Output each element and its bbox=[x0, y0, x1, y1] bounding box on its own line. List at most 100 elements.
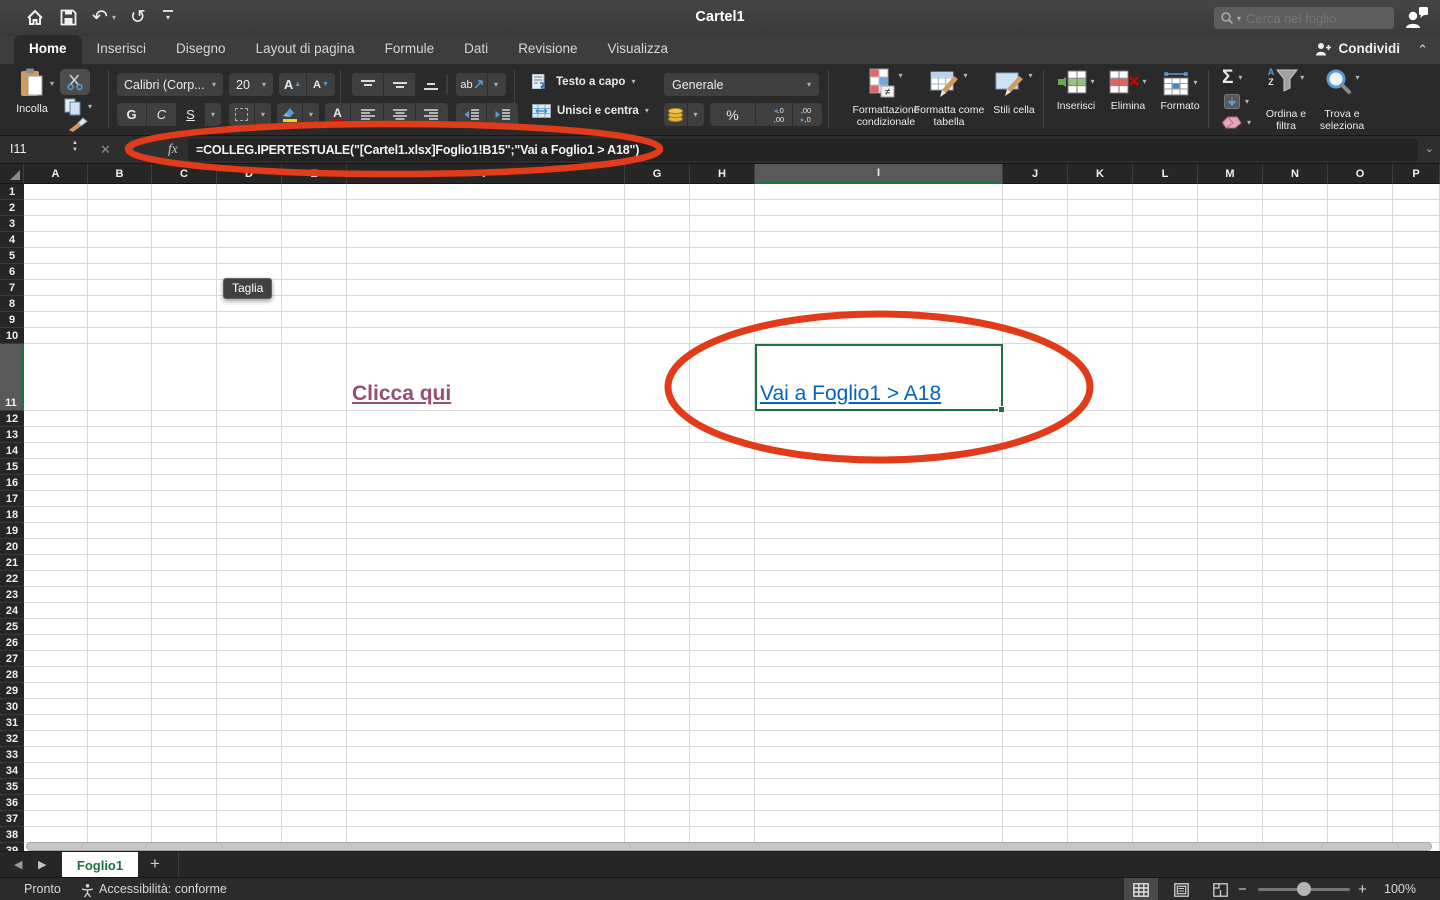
column-header-E[interactable]: E bbox=[282, 164, 347, 184]
column-header-J[interactable]: J bbox=[1003, 164, 1068, 184]
formula-input[interactable]: =COLLEG.IPERTESTUALE("[Cartel1.xlsx]Fogl… bbox=[188, 139, 1418, 161]
decrease-decimal-button[interactable]: ,00▸,0 bbox=[793, 103, 819, 126]
sort-filter-button[interactable]: AZ ▾ Ordina e filtra bbox=[1262, 68, 1310, 92]
row-header-1[interactable]: 1 bbox=[0, 184, 24, 200]
page-break-view-button[interactable] bbox=[1203, 878, 1237, 900]
number-format-select[interactable]: Generale ▾ bbox=[664, 73, 819, 96]
align-middle-button[interactable] bbox=[384, 73, 416, 96]
sheet-tab-foglio1[interactable]: Foglio1 bbox=[62, 852, 138, 878]
name-box[interactable]: I11 bbox=[10, 142, 26, 156]
row-header-10[interactable]: 10 bbox=[0, 328, 24, 344]
horizontal-scrollbar[interactable] bbox=[26, 842, 1432, 851]
row-header-17[interactable]: 17 bbox=[0, 491, 24, 507]
cell-F11-link[interactable]: Clicca qui bbox=[352, 382, 451, 406]
share-button[interactable]: Condividi bbox=[1315, 41, 1401, 56]
row-header-34[interactable]: 34 bbox=[0, 763, 24, 779]
align-top-button[interactable] bbox=[352, 73, 384, 96]
row-header-8[interactable]: 8 bbox=[0, 296, 24, 312]
align-left-button[interactable] bbox=[352, 103, 384, 126]
row-header-12[interactable]: 12 bbox=[0, 411, 24, 427]
copy-caret-icon[interactable]: ▾ bbox=[88, 103, 92, 111]
row-header-21[interactable]: 21 bbox=[0, 555, 24, 571]
zoom-slider-thumb[interactable] bbox=[1297, 882, 1311, 896]
borders-caret-icon[interactable]: ▾ bbox=[255, 103, 271, 126]
row-header-2[interactable]: 2 bbox=[0, 200, 24, 216]
align-bottom-button[interactable] bbox=[416, 73, 446, 96]
cell-styles-button[interactable]: ▾ Stili cella bbox=[983, 68, 1045, 98]
row-header-39[interactable]: 39 bbox=[0, 843, 24, 851]
find-select-button[interactable]: ▾ Trova e seleziona bbox=[1316, 68, 1368, 96]
prev-sheet-icon[interactable]: ◀ bbox=[14, 858, 22, 871]
column-header-H[interactable]: H bbox=[690, 164, 755, 184]
column-header-G[interactable]: G bbox=[625, 164, 690, 184]
column-header-A[interactable]: A bbox=[24, 164, 88, 184]
cell-F11[interactable]: Clicca qui bbox=[347, 344, 625, 411]
row-header-38[interactable]: 38 bbox=[0, 827, 24, 843]
row-header-23[interactable]: 23 bbox=[0, 587, 24, 603]
accessibility-status[interactable]: Accessibilità: conforme bbox=[99, 882, 227, 896]
tab-revisione[interactable]: Revisione bbox=[503, 35, 592, 64]
row-header-26[interactable]: 26 bbox=[0, 635, 24, 651]
font-name-select[interactable]: Calibri (Corp... ▾ bbox=[117, 73, 223, 96]
row-header-3[interactable]: 3 bbox=[0, 216, 24, 232]
tab-visualizza[interactable]: Visualizza bbox=[592, 35, 683, 64]
format-painter-icon[interactable] bbox=[68, 117, 88, 132]
search-box[interactable]: ▾ bbox=[1214, 7, 1394, 29]
column-header-N[interactable]: N bbox=[1263, 164, 1328, 184]
decrease-indent-button[interactable] bbox=[456, 103, 487, 126]
row-header-20[interactable]: 20 bbox=[0, 539, 24, 555]
percent-style-button[interactable]: % bbox=[710, 103, 756, 126]
row-header-37[interactable]: 37 bbox=[0, 811, 24, 827]
column-header-O[interactable]: O bbox=[1328, 164, 1393, 184]
add-sheet-icon[interactable]: + bbox=[150, 854, 160, 874]
row-header-36[interactable]: 36 bbox=[0, 795, 24, 811]
row-header-6[interactable]: 6 bbox=[0, 264, 24, 280]
fill-button[interactable]: ▾ bbox=[1224, 94, 1249, 109]
increase-indent-button[interactable] bbox=[487, 103, 517, 126]
tab-disegno[interactable]: Disegno bbox=[161, 35, 241, 64]
row-header-13[interactable]: 13 bbox=[0, 427, 24, 443]
formula-bar-expand-icon[interactable]: ⌄ bbox=[1425, 142, 1434, 155]
account-avatar[interactable] bbox=[1405, 7, 1428, 29]
column-header-M[interactable]: M bbox=[1198, 164, 1263, 184]
zoom-level[interactable]: 100% bbox=[1384, 882, 1416, 896]
row-header-32[interactable]: 32 bbox=[0, 731, 24, 747]
row-header-25[interactable]: 25 bbox=[0, 619, 24, 635]
search-scope-caret-icon[interactable]: ▾ bbox=[1237, 14, 1241, 23]
grow-font-button[interactable]: A▲ bbox=[279, 73, 307, 96]
wrap-text-button[interactable]: Testo a capo ▾ bbox=[532, 74, 635, 89]
row-header-18[interactable]: 18 bbox=[0, 507, 24, 523]
align-center-button[interactable] bbox=[384, 103, 416, 126]
page-layout-view-button[interactable] bbox=[1164, 878, 1198, 900]
format-as-table-button[interactable]: ▾ Formatta come tabella bbox=[905, 68, 993, 98]
underline-caret-icon[interactable]: ▾ bbox=[205, 103, 221, 126]
paste-button[interactable]: Incolla bbox=[10, 68, 54, 130]
row-header-15[interactable]: 15 bbox=[0, 459, 24, 475]
row-header-9[interactable]: 9 bbox=[0, 312, 24, 328]
row-header-5[interactable]: 5 bbox=[0, 248, 24, 264]
cut-button[interactable] bbox=[60, 69, 90, 95]
cancel-icon[interactable]: ✕ bbox=[100, 142, 111, 158]
column-header-C[interactable]: C bbox=[152, 164, 217, 184]
zoom-out-icon[interactable]: − bbox=[1238, 881, 1247, 898]
paste-caret-icon[interactable]: ▾ bbox=[50, 80, 54, 88]
currency-format-button[interactable]: ▾ bbox=[664, 103, 704, 126]
column-header-P[interactable]: P bbox=[1393, 164, 1440, 184]
column-header-L[interactable]: L bbox=[1133, 164, 1198, 184]
column-header-K[interactable]: K bbox=[1068, 164, 1133, 184]
insert-cells-button[interactable]: ▾ Inserisci bbox=[1051, 70, 1101, 94]
row-header-33[interactable]: 33 bbox=[0, 747, 24, 763]
increase-decimal-button[interactable]: ◂.0,00 bbox=[766, 103, 793, 126]
tab-formule[interactable]: Formule bbox=[370, 35, 450, 64]
normal-view-button[interactable] bbox=[1124, 878, 1158, 900]
tab-home[interactable]: Home bbox=[14, 35, 82, 64]
next-sheet-icon[interactable]: ▶ bbox=[38, 858, 46, 871]
column-header-I[interactable]: I bbox=[755, 164, 1003, 184]
bold-button[interactable]: G bbox=[117, 103, 147, 126]
select-all-corner[interactable] bbox=[0, 164, 24, 184]
column-header-B[interactable]: B bbox=[88, 164, 152, 184]
font-size-select[interactable]: 20 ▾ bbox=[229, 73, 273, 96]
shrink-font-button[interactable]: A▼ bbox=[307, 73, 335, 96]
row-header-29[interactable]: 29 bbox=[0, 683, 24, 699]
row-header-19[interactable]: 19 bbox=[0, 523, 24, 539]
